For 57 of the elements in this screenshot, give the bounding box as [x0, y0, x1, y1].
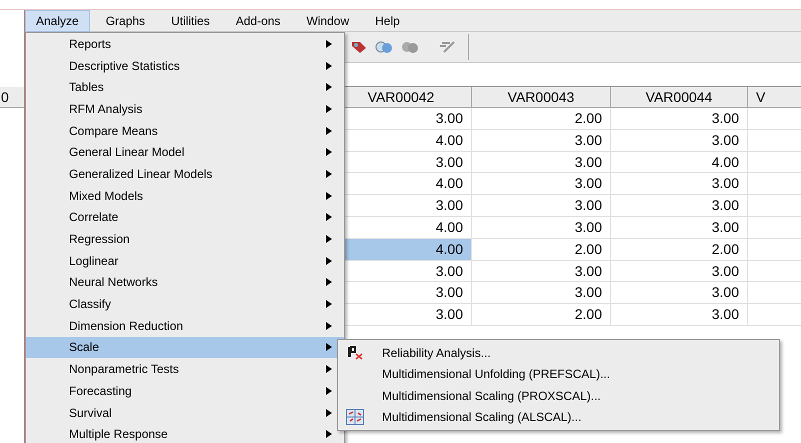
- submenu-arrow-icon: [326, 62, 332, 70]
- menu-bar-item[interactable]: Window: [296, 10, 360, 32]
- submenu-arrow-icon: [326, 235, 332, 244]
- menu-item[interactable]: Descriptive Statistics: [26, 54, 344, 76]
- table-cell: 3.00: [610, 108, 747, 129]
- table-cell: 3.00: [610, 216, 747, 238]
- table-cell: 3.00: [610, 130, 747, 151]
- scatter-grid-icon: [346, 409, 364, 426]
- column-header: V: [747, 87, 801, 107]
- table-cell: 3.00: [610, 282, 747, 304]
- menu-bar-item[interactable]: Graphs: [96, 10, 156, 32]
- submenu-arrow-icon: [326, 300, 332, 308]
- menu-bar-item[interactable]: Add-ons: [226, 10, 290, 32]
- column-header: VAR00044: [610, 87, 747, 107]
- submenu-arrow-icon: [326, 343, 332, 352]
- circles-icon[interactable]: [374, 40, 394, 54]
- submenu-arrow-icon: [326, 213, 332, 222]
- table-cell: 2.00: [471, 108, 610, 129]
- submenu-arrow-icon: [326, 40, 332, 48]
- menu-item[interactable]: Reports: [26, 33, 344, 55]
- table-cell: 3.00: [471, 282, 610, 304]
- table-cell: 3.00: [471, 130, 610, 151]
- table-cell: 2.00: [471, 238, 610, 260]
- menu-item[interactable]: Scale: [26, 336, 344, 358]
- table-cell: 2.00: [610, 238, 747, 260]
- column-header: VAR00043: [471, 87, 610, 107]
- table-cell: 3.00: [471, 173, 610, 194]
- submenu-arrow-icon: [326, 408, 332, 417]
- menu-bar-item[interactable]: Analyze: [25, 10, 90, 32]
- submenu-arrow-icon: [326, 83, 332, 92]
- submenu-arrow-icon: [326, 430, 332, 438]
- table-cell: 3.00: [610, 260, 747, 282]
- table-cell: 3.00: [471, 152, 610, 172]
- table-cell: 3.00: [471, 195, 610, 216]
- reliability-icon: [347, 346, 363, 360]
- table-cell: 3.00: [471, 216, 610, 238]
- tag-icon[interactable]: [350, 40, 368, 54]
- menu-bar-item[interactable]: Utilities: [161, 10, 220, 32]
- menu-bar-item[interactable]: Help: [365, 10, 410, 32]
- column-header: 0: [0, 87, 24, 108]
- table-cell: 2.00: [471, 304, 610, 325]
- table-cell: 3.00: [471, 260, 610, 282]
- submenu-arrow-icon: [326, 322, 332, 330]
- circles-icon[interactable]: [400, 40, 420, 54]
- submenu-arrow-icon: [326, 192, 332, 200]
- submenu-arrow-icon: [326, 386, 332, 395]
- submenu-arrow-icon: [326, 256, 332, 265]
- table-cell: 3.00: [610, 173, 747, 194]
- table-cell: 4.00: [610, 152, 747, 172]
- table-cell: 3.00: [610, 195, 747, 216]
- submenu-arrow-icon: [326, 104, 332, 113]
- submenu-arrow-icon: [326, 278, 332, 286]
- submenu-arrow-icon: [326, 170, 332, 178]
- submenu-arrow-icon: [326, 126, 332, 135]
- submenu-arrow-icon: [326, 365, 332, 374]
- submenu-arrow-icon: [326, 148, 332, 156]
- table-cell: 3.00: [610, 304, 747, 325]
